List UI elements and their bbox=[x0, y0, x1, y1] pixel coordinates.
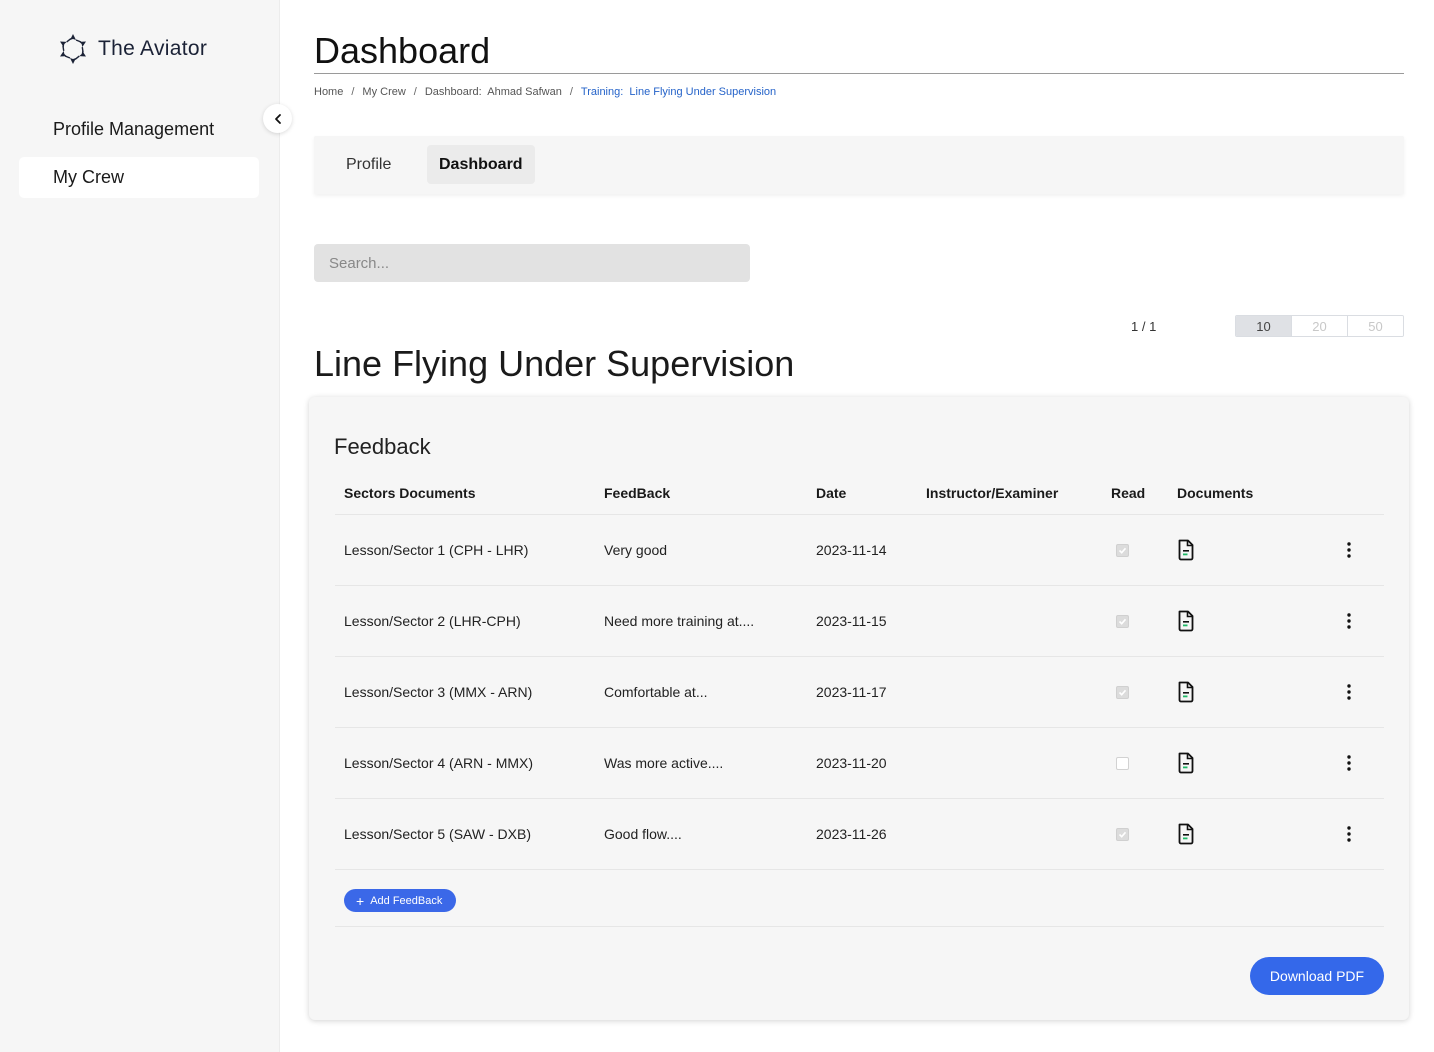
table-row[interactable]: Lesson/Sector 5 (SAW - DXB) Good flow...… bbox=[335, 799, 1384, 870]
column-header-sectors[interactable]: Sectors Documents bbox=[344, 485, 475, 501]
more-vertical-icon bbox=[1347, 755, 1351, 771]
row-actions-menu[interactable] bbox=[1339, 752, 1359, 774]
read-checkbox[interactable] bbox=[1116, 757, 1129, 770]
document-icon[interactable] bbox=[1177, 610, 1195, 632]
feedback-table: Sectors Documents FeedBack Date Instruct… bbox=[335, 477, 1384, 927]
section-title: Line Flying Under Supervision bbox=[314, 343, 795, 384]
table-header: Sectors Documents FeedBack Date Instruct… bbox=[335, 477, 1384, 515]
document-icon[interactable] bbox=[1177, 752, 1195, 774]
page-size-option-10[interactable]: 10 bbox=[1236, 316, 1291, 336]
breadcrumb-current: Training: Line Flying Under Supervision bbox=[580, 86, 777, 98]
add-feedback-label: Add FeedBack bbox=[370, 894, 443, 907]
plus-icon: + bbox=[356, 892, 365, 909]
cell-feedback: Good flow.... bbox=[604, 826, 682, 842]
table-row[interactable]: Lesson/Sector 4 (ARN - MMX) Was more act… bbox=[335, 728, 1384, 799]
read-checkbox[interactable] bbox=[1116, 615, 1129, 628]
sidebar: The Aviator Profile Management My Crew bbox=[0, 0, 280, 1052]
cell-feedback: Very good bbox=[604, 542, 668, 558]
tab-profile[interactable]: Profile bbox=[334, 145, 403, 184]
row-actions-menu[interactable] bbox=[1339, 610, 1359, 632]
checkmark-icon bbox=[1118, 547, 1127, 554]
cell-sector: Lesson/Sector 5 (SAW - DXB) bbox=[344, 826, 531, 842]
page-indicator: 1 / 1 bbox=[1131, 319, 1157, 334]
read-checkbox[interactable] bbox=[1116, 686, 1129, 699]
app-root: The Aviator Profile Management My Crew D… bbox=[0, 0, 1434, 1052]
add-feedback-row: + Add FeedBack bbox=[335, 870, 1384, 927]
document-icon[interactable] bbox=[1177, 823, 1195, 845]
cell-feedback: Need more training at.... bbox=[604, 613, 755, 629]
column-header-documents[interactable]: Documents bbox=[1177, 485, 1253, 501]
sidebar-item-my-crew[interactable]: My Crew bbox=[19, 157, 259, 198]
tab-bar: Profile Dashboard bbox=[314, 136, 1404, 194]
document-icon[interactable] bbox=[1177, 539, 1195, 561]
document-icon[interactable] bbox=[1177, 681, 1195, 703]
breadcrumb-my-crew[interactable]: My Crew bbox=[362, 86, 405, 98]
cell-feedback: Comfortable at... bbox=[604, 684, 708, 700]
cell-date: 2023-11-14 bbox=[816, 542, 887, 558]
chevron-left-icon bbox=[274, 113, 281, 124]
more-vertical-icon bbox=[1347, 613, 1351, 629]
column-header-read[interactable]: Read bbox=[1111, 485, 1145, 501]
more-vertical-icon bbox=[1347, 542, 1351, 558]
tab-dashboard[interactable]: Dashboard bbox=[427, 145, 535, 184]
page-size-option-50[interactable]: 50 bbox=[1347, 316, 1403, 336]
breadcrumb-separator: / bbox=[413, 86, 417, 98]
breadcrumb-home[interactable]: Home bbox=[314, 86, 343, 98]
row-actions-menu[interactable] bbox=[1339, 539, 1359, 561]
cell-date: 2023-11-26 bbox=[816, 826, 887, 842]
read-checkbox[interactable] bbox=[1116, 828, 1129, 841]
row-actions-menu[interactable] bbox=[1339, 823, 1359, 845]
download-pdf-button[interactable]: Download PDF bbox=[1250, 957, 1384, 995]
cell-sector: Lesson/Sector 1 (CPH - LHR) bbox=[344, 542, 529, 558]
breadcrumb-dashboard[interactable]: Dashboard: Ahmad Safwan bbox=[425, 86, 562, 98]
checkmark-icon bbox=[1118, 689, 1127, 696]
breadcrumb-separator: / bbox=[569, 86, 573, 98]
brand-name: The Aviator bbox=[98, 37, 208, 60]
column-header-feedback[interactable]: FeedBack bbox=[604, 485, 670, 501]
more-vertical-icon bbox=[1347, 684, 1351, 700]
table-body: Lesson/Sector 1 (CPH - LHR) Very good 20… bbox=[335, 515, 1384, 870]
breadcrumb: Home / My Crew / Dashboard: Ahmad Safwan… bbox=[314, 86, 776, 98]
cell-sector: Lesson/Sector 3 (MMX - ARN) bbox=[344, 684, 533, 700]
page-size-selector: 10 20 50 bbox=[1235, 315, 1404, 337]
column-header-instructor[interactable]: Instructor/Examiner bbox=[926, 485, 1058, 501]
checkmark-icon bbox=[1118, 618, 1127, 625]
breadcrumb-separator: / bbox=[351, 86, 355, 98]
collapse-sidebar-button[interactable] bbox=[263, 104, 292, 133]
cell-feedback: Was more active.... bbox=[604, 755, 724, 771]
page-size-option-20[interactable]: 20 bbox=[1291, 316, 1347, 336]
feedback-card: Feedback Sectors Documents FeedBack Date… bbox=[309, 397, 1409, 1020]
search-input[interactable] bbox=[314, 244, 750, 282]
row-actions-menu[interactable] bbox=[1339, 681, 1359, 703]
table-row[interactable]: Lesson/Sector 3 (MMX - ARN) Comfortable … bbox=[335, 657, 1384, 728]
sidebar-item-label: Profile Management bbox=[53, 119, 215, 139]
sidebar-item-profile-management[interactable]: Profile Management bbox=[19, 109, 259, 150]
cell-date: 2023-11-17 bbox=[816, 684, 887, 700]
title-divider bbox=[314, 73, 1404, 74]
cell-date: 2023-11-15 bbox=[816, 613, 887, 629]
aviator-logo-icon bbox=[60, 34, 86, 64]
feedback-title: Feedback bbox=[334, 434, 431, 459]
page-title: Dashboard bbox=[314, 30, 491, 71]
more-vertical-icon bbox=[1347, 826, 1351, 842]
add-feedback-button[interactable]: + Add FeedBack bbox=[344, 889, 457, 912]
cell-date: 2023-11-20 bbox=[816, 755, 887, 771]
cell-sector: Lesson/Sector 4 (ARN - MMX) bbox=[344, 755, 534, 771]
table-row[interactable]: Lesson/Sector 1 (CPH - LHR) Very good 20… bbox=[335, 515, 1384, 586]
cell-sector: Lesson/Sector 2 (LHR-CPH) bbox=[344, 613, 521, 629]
brand-logo[interactable]: The Aviator bbox=[56, 32, 207, 66]
checkmark-icon bbox=[1118, 831, 1127, 838]
sidebar-item-label: My Crew bbox=[53, 167, 124, 187]
table-row[interactable]: Lesson/Sector 2 (LHR-CPH) Need more trai… bbox=[335, 586, 1384, 657]
column-header-date[interactable]: Date bbox=[816, 485, 846, 501]
read-checkbox[interactable] bbox=[1116, 544, 1129, 557]
